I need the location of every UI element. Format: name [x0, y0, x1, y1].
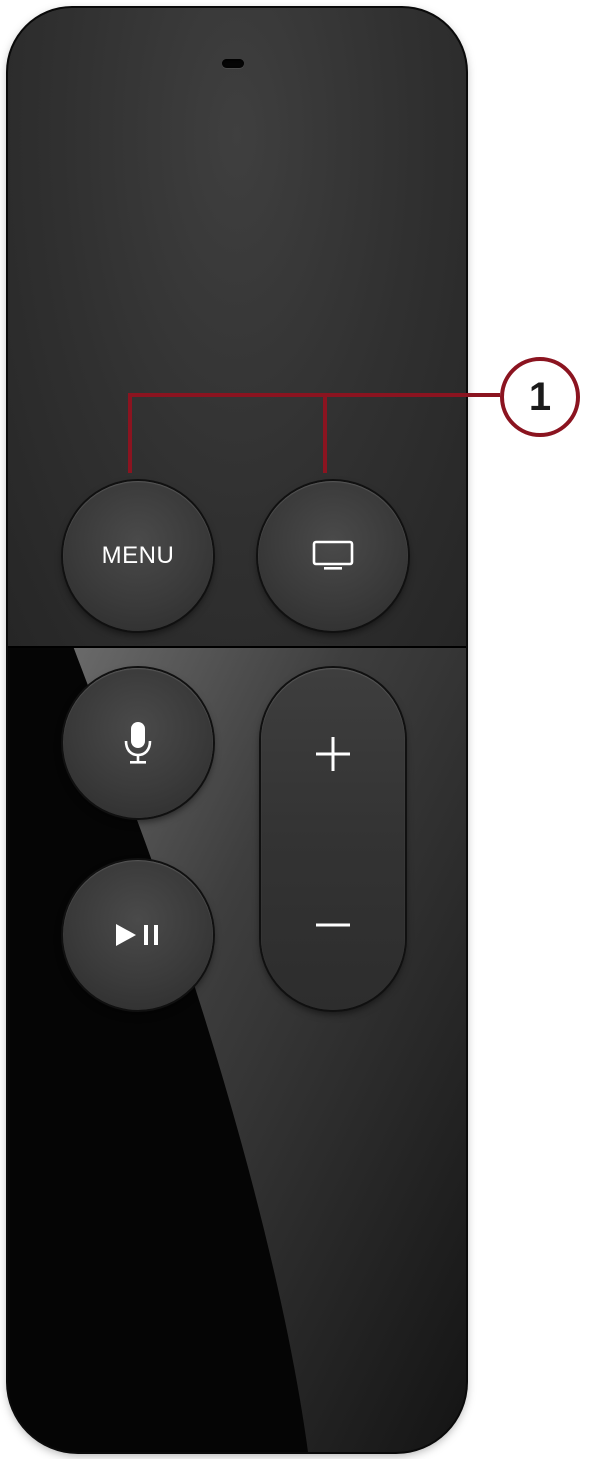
callout-badge: 1 — [500, 357, 580, 437]
callout-line-menu — [128, 393, 132, 473]
siri-button[interactable] — [63, 668, 213, 818]
callout-number: 1 — [528, 375, 552, 419]
plus-icon — [316, 736, 350, 771]
microphone-icon — [124, 722, 152, 764]
callout-line-tv — [323, 393, 327, 473]
apple-tv-remote: MENU — [8, 8, 466, 1452]
minus-icon — [316, 923, 350, 926]
volume-down-button[interactable] — [261, 839, 405, 1010]
play-pause-button[interactable] — [63, 860, 213, 1010]
surface-seam — [8, 646, 466, 648]
ir-window — [222, 59, 244, 68]
volume-up-button[interactable] — [261, 668, 405, 839]
tv-icon — [312, 540, 354, 570]
volume-rocker — [261, 668, 405, 1010]
play-pause-icon — [116, 924, 158, 946]
tv-home-button[interactable] — [258, 481, 408, 631]
menu-button[interactable]: MENU — [63, 481, 213, 631]
callout-line-horizontal — [128, 393, 500, 397]
menu-button-label: MENU — [101, 542, 175, 569]
